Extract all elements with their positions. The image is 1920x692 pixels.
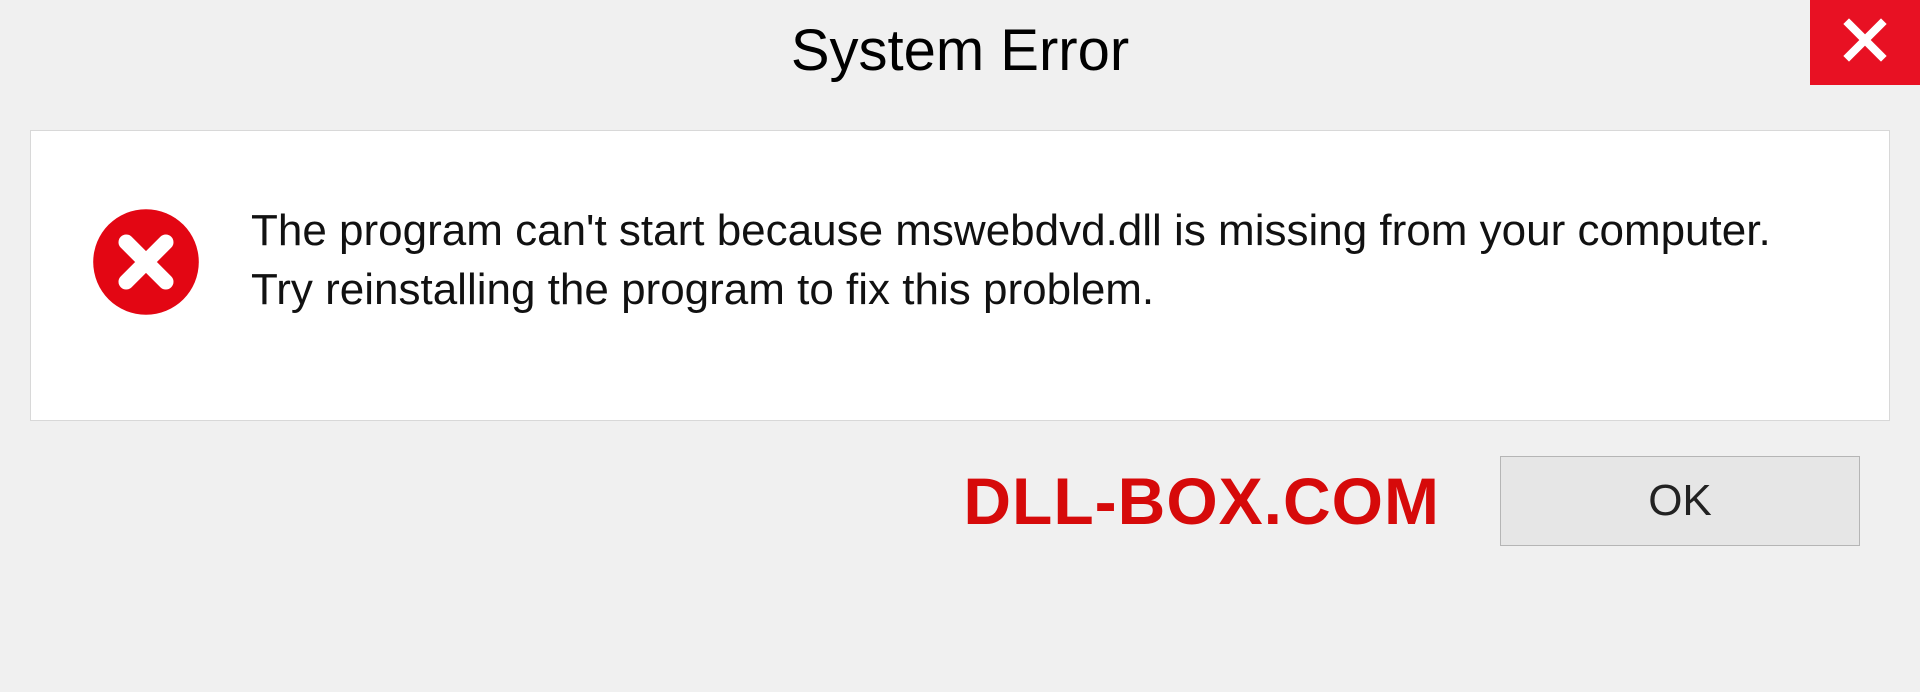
close-icon	[1841, 16, 1889, 69]
error-message: The program can't start because mswebdvd…	[251, 201, 1829, 320]
close-button[interactable]	[1810, 0, 1920, 85]
watermark-text: DLL-BOX.COM	[963, 463, 1440, 539]
error-icon	[91, 207, 201, 317]
titlebar: System Error	[0, 0, 1920, 100]
dialog-title: System Error	[791, 17, 1129, 84]
ok-button[interactable]: OK	[1500, 456, 1860, 546]
content-panel: The program can't start because mswebdvd…	[30, 130, 1890, 421]
footer: DLL-BOX.COM OK	[30, 421, 1890, 581]
